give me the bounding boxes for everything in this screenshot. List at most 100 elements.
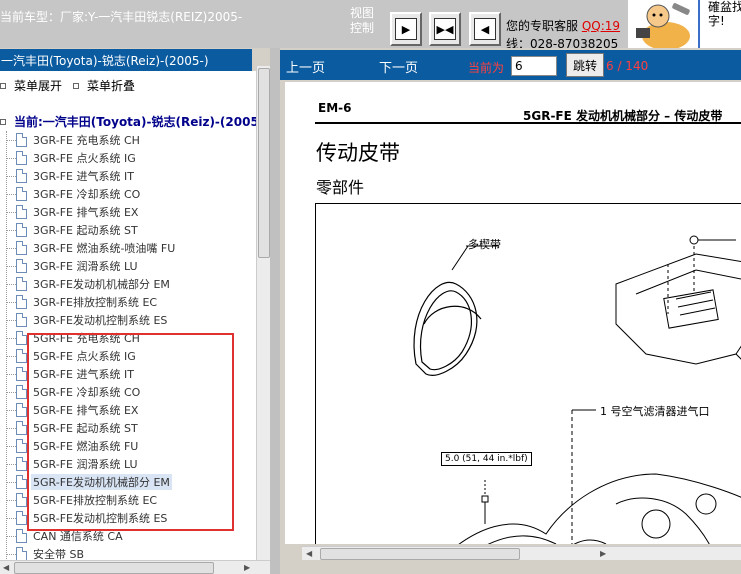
square-icon (73, 82, 79, 89)
tree-connector (6, 391, 16, 393)
tree-connector (6, 139, 16, 141)
view-control-label[interactable]: 视图 控制 (350, 6, 374, 36)
document-icon (16, 187, 27, 201)
tree-connector (6, 517, 16, 519)
scroll-left-icon[interactable]: ◀ (306, 549, 312, 558)
tree-item-label: 3GR-FE 进气系统 IT (33, 170, 134, 183)
mascot-image (628, 0, 698, 48)
status-strip (280, 560, 741, 574)
tree-item-label: 3GR-FE 充电系统 CH (33, 134, 140, 147)
tree-item[interactable]: 3GR-FE 点火系统 IG (0, 149, 136, 167)
collapse-menu-label: 菜单折叠 (87, 79, 136, 93)
tree-connector (6, 337, 16, 339)
expand-menu-label: 菜单展开 (14, 79, 63, 93)
tree-item[interactable]: 3GR-FE 起动系统 ST (0, 221, 138, 239)
page-nav-bar: 上一页 下一页 当前为 跳转 6 / 140 (280, 50, 741, 80)
scroll-left-icon[interactable]: ◀ (3, 563, 9, 572)
top-toolbar: 当前车型：厂家:Y-一汽丰田锐志(REIZ)2005- 视图 控制 ▶ ▶◀ ◀… (0, 0, 741, 48)
right-horizontal-scrollbar[interactable]: ◀ ▶ (302, 546, 741, 560)
right-horizontal-scroll-thumb[interactable] (320, 548, 520, 560)
show-left-pane-button[interactable]: ◀ (469, 12, 501, 46)
document-icon (16, 295, 27, 309)
section-subtitle: 零部件 (316, 178, 365, 197)
document-icon (16, 547, 27, 561)
split-view-button[interactable]: ▶◀ (429, 12, 461, 46)
tree-connector (6, 445, 16, 447)
left-horizontal-scroll-thumb[interactable] (14, 562, 214, 574)
tree-connector (6, 175, 16, 177)
jump-button[interactable]: 跳转 (566, 53, 604, 77)
torque-spec-box: 5.0 (51, 44 in.*lbf) (441, 452, 532, 466)
tree-item-label: 3GR-FE发动机控制系统 ES (33, 314, 168, 327)
support-qq-link[interactable]: QQ:19 (582, 19, 620, 33)
header-rule (315, 122, 741, 124)
left-vertical-scrollbar[interactable] (256, 66, 270, 560)
tree-item-label: 3GR-FE 起动系统 ST (33, 224, 138, 237)
tree-connector (6, 193, 16, 195)
tree-item[interactable]: 3GR-FE发动机机械部分 EM (0, 275, 170, 293)
document-icon (16, 151, 27, 165)
highlight-annotation (27, 333, 234, 531)
scroll-right-icon[interactable]: ▶ (244, 563, 250, 572)
document-icon (16, 439, 27, 453)
tree-item[interactable]: 3GR-FE 排气系统 EX (0, 203, 138, 221)
tree-root-label: 当前:一汽丰田(Toyota)-锐志(Reiz)-(2005-) (14, 115, 256, 129)
tree-item[interactable]: 3GR-FE 燃油系统-喷油嘴 FU (0, 239, 175, 257)
tree-item[interactable]: 3GR-FE发动机控制系统 ES (0, 311, 167, 329)
tree-item-label: 3GR-FE 冷却系统 CO (33, 188, 141, 201)
page-number-input[interactable] (511, 56, 557, 76)
document-icon (16, 511, 27, 525)
document-icon (16, 205, 27, 219)
tree-root-node[interactable]: 当前:一汽丰田(Toyota)-锐志(Reiz)-(2005-) (0, 113, 256, 130)
tree-item-label: 3GR-FE 点火系统 IG (33, 152, 136, 165)
document-icon (16, 241, 27, 255)
tree-item[interactable]: 3GR-FE排放控制系统 EC (0, 293, 157, 311)
split-arrows-icon: ▶◀ (434, 18, 456, 40)
expand-menu-button[interactable]: 菜单展开 (0, 77, 62, 94)
tree-connector (6, 535, 16, 537)
left-horizontal-scrollbar[interactable]: ◀ ▶ (0, 560, 270, 574)
square-icon (0, 82, 6, 89)
document-icon (16, 259, 27, 273)
parts-diagram: 多楔带 1 号空气滤清器进气口 (315, 203, 741, 544)
app-window: 当前车型：厂家:Y-一汽丰田锐志(REIZ)2005- 视图 控制 ▶ ▶◀ ◀… (0, 0, 741, 574)
tree-item[interactable]: 3GR-FE 充电系统 CH (0, 131, 140, 149)
document-icon (16, 367, 27, 381)
document-icon (16, 421, 27, 435)
parts-diagram-drawing (413, 235, 741, 544)
view-control-line1: 视图 (350, 6, 375, 20)
document-icon (16, 223, 27, 237)
tree-connector (6, 211, 16, 213)
document-icon (16, 313, 27, 327)
left-vertical-scroll-thumb[interactable] (258, 68, 270, 258)
document-icon (16, 349, 27, 363)
view-control-line2: 控制 (350, 21, 375, 35)
pane-splitter[interactable] (270, 48, 280, 574)
current-vehicle-label: 当前车型：厂家:Y-一汽丰田锐志(REIZ)2005- (0, 10, 243, 24)
tree-item[interactable]: 3GR-FE 冷却系统 CO (0, 185, 140, 203)
prev-page-link[interactable]: 上一页 (286, 57, 325, 76)
document-icon (16, 169, 27, 183)
section-title: 传动皮带 (316, 141, 400, 165)
tree-connector (6, 301, 16, 303)
collapse-node-icon (0, 118, 6, 125)
document-icon (16, 133, 27, 147)
scroll-right-icon[interactable]: ▶ (600, 549, 606, 558)
next-page-link[interactable]: 下一页 (379, 57, 418, 76)
document-icon (16, 529, 27, 543)
show-right-pane-button[interactable]: ▶ (390, 12, 422, 46)
collapse-menu-button[interactable]: 菜单折叠 (73, 77, 135, 94)
tree-item-label: 3GR-FE 润滑系统 LU (33, 260, 138, 273)
tree-item-label: 3GR-FE发动机机械部分 EM (33, 278, 170, 291)
arrow-right-icon: ▶ (395, 18, 417, 40)
tree-connector (6, 247, 16, 249)
tree-item-label: 3GR-FE 燃油系统-喷油嘴 FU (33, 242, 176, 255)
document-icon (16, 277, 27, 291)
tree-item[interactable]: 3GR-FE 润滑系统 LU (0, 257, 138, 275)
tree-item[interactable]: 3GR-FE 进气系统 IT (0, 167, 134, 185)
left-panel-title: 一汽丰田(Toyota)-锐志(Reiz)-(2005-) (0, 49, 252, 71)
tree-connector (6, 229, 16, 231)
document-icon (16, 475, 27, 489)
support-label: 您的专职客服 (506, 19, 579, 33)
arrow-left-icon: ◀ (474, 18, 496, 40)
